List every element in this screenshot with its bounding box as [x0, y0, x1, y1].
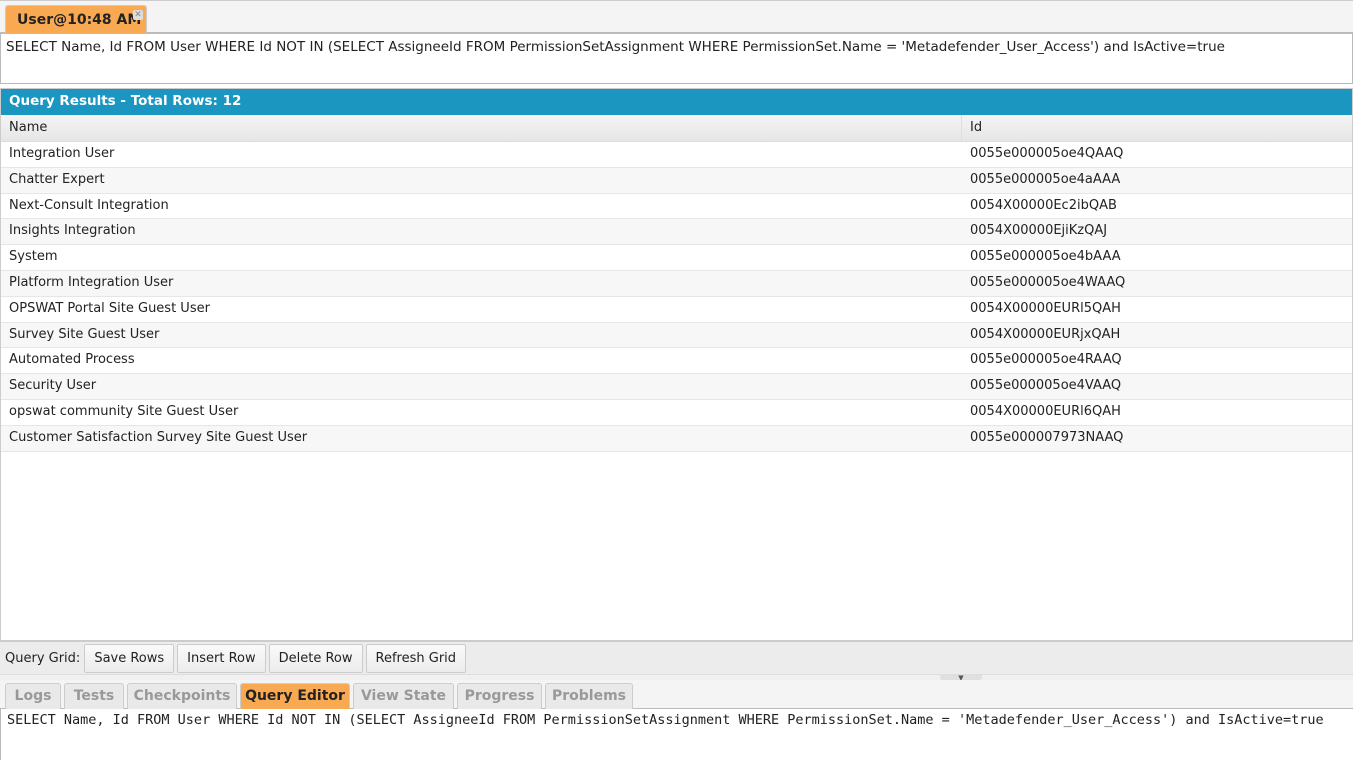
file-tab-bar: User@10:48 AM ✕ [0, 0, 1353, 33]
cell-name[interactable]: Security User [1, 374, 962, 399]
table-row[interactable]: Chatter Expert 0055e000005oe4aAAA [1, 167, 1352, 194]
query-text-display[interactable]: SELECT Name, Id FROM User WHERE Id NOT I… [0, 33, 1353, 84]
cell-name[interactable]: Integration User [1, 142, 962, 167]
save-rows-button[interactable]: Save Rows [84, 643, 175, 673]
cell-name[interactable]: System [1, 245, 962, 270]
table-row[interactable]: Platform Integration User 0055e000005oe4W… [1, 270, 1352, 297]
cell-id[interactable]: 0054X00000EURjxQAH [962, 323, 1352, 348]
cell-name[interactable]: Survey Site Guest User [1, 323, 962, 348]
insert-row-button[interactable]: Insert Row [177, 643, 266, 673]
tab-view-state[interactable]: View State [353, 683, 454, 709]
table-row[interactable]: Automated Process 0055e000005oe4RAAQ [1, 348, 1352, 375]
table-row[interactable]: Customer Satisfaction Survey Site Guest … [1, 425, 1352, 452]
cell-name[interactable]: Next-Consult Integration [1, 194, 962, 219]
cell-id[interactable]: 0055e000005oe4VAAQ [962, 374, 1352, 399]
bottom-tab-bar: Logs Tests Checkpoints Query Editor View… [0, 680, 1353, 709]
cell-name[interactable]: OPSWAT Portal Site Guest User [1, 297, 962, 322]
cell-name[interactable]: Customer Satisfaction Survey Site Guest … [1, 426, 962, 451]
table-row[interactable]: Next-Consult Integration 0054X00000Ec2ibQ… [1, 194, 1352, 220]
tab-logs[interactable]: Logs [5, 683, 61, 709]
cell-name[interactable]: Insights Integration [1, 219, 962, 244]
table-row[interactable]: Integration User 0055e000005oe4QAAQ [1, 142, 1352, 168]
cell-id[interactable]: 0055e000007973NAAQ [962, 426, 1352, 451]
tab-query-editor[interactable]: Query Editor [240, 683, 350, 709]
close-icon[interactable]: ✕ [133, 10, 143, 20]
table-row[interactable]: opswat community Site Guest User 0054X000… [1, 400, 1352, 426]
cell-id[interactable]: 0055e000005oe4bAAA [962, 245, 1352, 270]
query-editor-input[interactable]: SELECT Name, Id FROM User WHERE Id NOT I… [0, 709, 1353, 760]
delete-row-button[interactable]: Delete Row [268, 643, 363, 673]
table-row[interactable]: Security User 0055e000005oe4VAAQ [1, 374, 1352, 400]
cell-name[interactable]: Platform Integration User [1, 271, 962, 296]
table-row[interactable]: Survey Site Guest User 0054X00000EURjxQAH [1, 322, 1352, 349]
table-row[interactable]: System 0055e000005oe4bAAA [1, 245, 1352, 271]
query-results-panel: Query Results - Total Rows: 12 Name Id I… [0, 88, 1353, 641]
cell-id[interactable]: 0054X00000EjiKzQAJ [962, 219, 1352, 244]
cell-id[interactable]: 0054X00000EURl5QAH [962, 297, 1352, 322]
results-grid: Integration User 0055e000005oe4QAAQ Chatte… [1, 142, 1352, 452]
cell-id[interactable]: 0055e000005oe4aAAA [962, 168, 1352, 193]
cell-id[interactable]: 0055e000005oe4WAAQ [962, 271, 1352, 296]
cell-id[interactable]: 0054X00000EURl6QAH [962, 400, 1352, 425]
column-header-row: Name Id [1, 115, 1352, 142]
tab-checkpoints[interactable]: Checkpoints [127, 683, 237, 709]
column-header-name[interactable]: Name [1, 115, 962, 141]
tab-progress[interactable]: Progress [457, 683, 542, 709]
file-tab[interactable]: User@10:48 AM ✕ [5, 5, 147, 33]
table-row[interactable]: Insights Integration 0054X00000EjiKzQAJ [1, 219, 1352, 246]
cell-id[interactable]: 0055e000005oe4QAAQ [962, 142, 1352, 167]
cell-name[interactable]: Chatter Expert [1, 168, 962, 193]
file-tab-label: User@10:48 AM [17, 12, 142, 28]
tab-tests[interactable]: Tests [64, 683, 124, 709]
column-header-id[interactable]: Id [962, 115, 1352, 141]
cell-id[interactable]: 0054X00000Ec2ibQAB [962, 194, 1352, 219]
table-row[interactable]: OPSWAT Portal Site Guest User 0054X00000E… [1, 297, 1352, 323]
cell-id[interactable]: 0055e000005oe4RAAQ [962, 348, 1352, 373]
query-grid-label: Query Grid: [5, 650, 81, 666]
tab-problems[interactable]: Problems [545, 683, 633, 709]
refresh-grid-button[interactable]: Refresh Grid [365, 643, 467, 673]
cell-name[interactable]: opswat community Site Guest User [1, 400, 962, 425]
query-grid-toolbar: Query Grid: Save Rows Insert Row Delete … [0, 641, 1353, 674]
results-title: Query Results - Total Rows: 12 [1, 89, 1352, 115]
cell-name[interactable]: Automated Process [1, 348, 962, 373]
